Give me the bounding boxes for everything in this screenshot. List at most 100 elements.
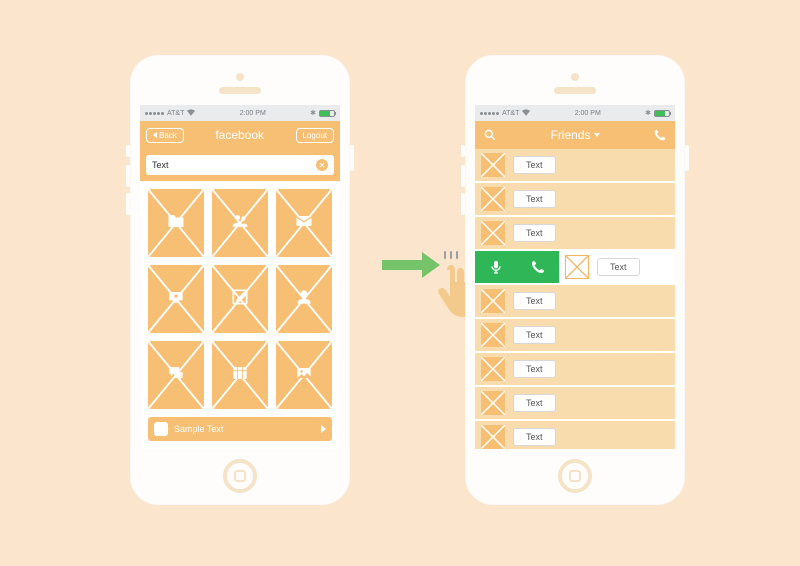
earpiece [219, 87, 261, 94]
item-button[interactable]: Text [513, 394, 556, 412]
power-button [685, 145, 689, 171]
bluetooth-icon: ✱ [310, 109, 316, 117]
mail-icon [294, 211, 314, 236]
avatar [481, 289, 505, 313]
chevron-down-icon [594, 133, 600, 137]
list-item[interactable]: Text [475, 353, 675, 387]
battery-icon [319, 110, 335, 117]
carrier-label: AT&T [167, 110, 184, 117]
back-label: Back [159, 131, 177, 140]
volume-up [461, 165, 465, 187]
sensor [236, 73, 244, 81]
wifi-icon [522, 109, 530, 118]
battery-icon [654, 110, 670, 117]
footer-icon [154, 422, 168, 436]
item-button[interactable]: Text [513, 360, 556, 378]
tile-group[interactable] [212, 189, 268, 257]
app-grid [148, 189, 332, 409]
item-button[interactable]: Text [597, 258, 640, 276]
call-button[interactable] [651, 126, 669, 144]
search-value: Text [152, 160, 169, 170]
sensor [571, 73, 579, 81]
nav-bar: Friends [475, 121, 675, 149]
signal-icon [480, 112, 499, 115]
avatar [481, 221, 505, 245]
status-bar: AT&T 2:00 PM ✱ [475, 105, 675, 121]
chat-icon [166, 363, 186, 388]
nav-title: facebook [215, 128, 264, 142]
friends-list[interactable]: Text Text Text [475, 149, 675, 449]
logout-label: Logout [303, 131, 327, 140]
tile-calendar[interactable] [212, 341, 268, 409]
avatar [481, 187, 505, 211]
list-item[interactable]: Text [475, 319, 675, 353]
chevron-right-icon [321, 425, 326, 433]
nav-bar: Back facebook Logout [140, 121, 340, 149]
tile-folder[interactable] [148, 189, 204, 257]
mute-switch [461, 145, 465, 157]
item-button[interactable]: Text [513, 156, 556, 174]
tile-person[interactable] [276, 265, 332, 333]
logout-button[interactable]: Logout [296, 128, 334, 143]
search-input[interactable]: Text ✕ [146, 155, 334, 175]
display-icon [166, 287, 186, 312]
clear-icon[interactable]: ✕ [316, 159, 328, 171]
phone-frame-right: AT&T 2:00 PM ✱ Friends [465, 55, 685, 505]
power-button [350, 145, 354, 171]
call-action[interactable] [517, 251, 559, 283]
mute-switch [126, 145, 130, 157]
avatar [481, 357, 505, 381]
avatar [481, 323, 505, 347]
group-icon [230, 211, 250, 236]
back-button[interactable]: Back [146, 128, 184, 143]
chevron-left-icon [153, 132, 157, 138]
list-item-content: Text [559, 251, 675, 283]
screen-right: AT&T 2:00 PM ✱ Friends [475, 105, 675, 449]
tile-chat[interactable] [148, 341, 204, 409]
earpiece [554, 87, 596, 94]
list-item[interactable]: Text [475, 217, 675, 251]
photo-icon [294, 363, 314, 388]
tile-compose[interactable] [212, 265, 268, 333]
signal-icon [145, 112, 164, 115]
volume-up [126, 165, 130, 187]
volume-down [126, 193, 130, 215]
item-button[interactable]: Text [513, 190, 556, 208]
screen-left: AT&T 2:00 PM ✱ Back facebook Logout [140, 105, 340, 449]
tile-mail[interactable] [276, 189, 332, 257]
item-button[interactable]: Text [513, 224, 556, 242]
item-button[interactable]: Text [513, 292, 556, 310]
footer-bar[interactable]: Sample Text [148, 417, 332, 441]
clock: 2:00 PM [575, 110, 601, 117]
voice-action[interactable] [475, 251, 517, 283]
nav-title[interactable]: Friends [550, 128, 599, 142]
footer-label: Sample Text [174, 424, 223, 434]
grid-wrap: Sample Text [140, 181, 340, 449]
folder-icon [166, 211, 186, 236]
avatar [481, 391, 505, 415]
volume-down [461, 193, 465, 215]
calendar-icon [230, 363, 250, 388]
tile-display[interactable] [148, 265, 204, 333]
status-bar: AT&T 2:00 PM ✱ [140, 105, 340, 121]
list-item-swiped[interactable]: Text [475, 251, 675, 285]
search-button[interactable] [481, 126, 499, 144]
list-item[interactable]: Text [475, 183, 675, 217]
person-icon [294, 287, 314, 312]
wifi-icon [187, 109, 195, 118]
tile-photo[interactable] [276, 341, 332, 409]
item-button[interactable]: Text [513, 428, 556, 446]
list-item[interactable]: Text [475, 149, 675, 183]
home-button[interactable] [558, 459, 592, 493]
clock: 2:00 PM [240, 110, 266, 117]
phone-frame-left: AT&T 2:00 PM ✱ Back facebook Logout [130, 55, 350, 505]
list-item[interactable]: Text [475, 421, 675, 449]
item-button[interactable]: Text [513, 326, 556, 344]
avatar [481, 153, 505, 177]
list-item[interactable]: Text [475, 387, 675, 421]
list-item[interactable]: Text [475, 285, 675, 319]
avatar [481, 425, 505, 449]
search-row: Text ✕ [140, 149, 340, 181]
home-button[interactable] [223, 459, 257, 493]
avatar [565, 255, 589, 279]
